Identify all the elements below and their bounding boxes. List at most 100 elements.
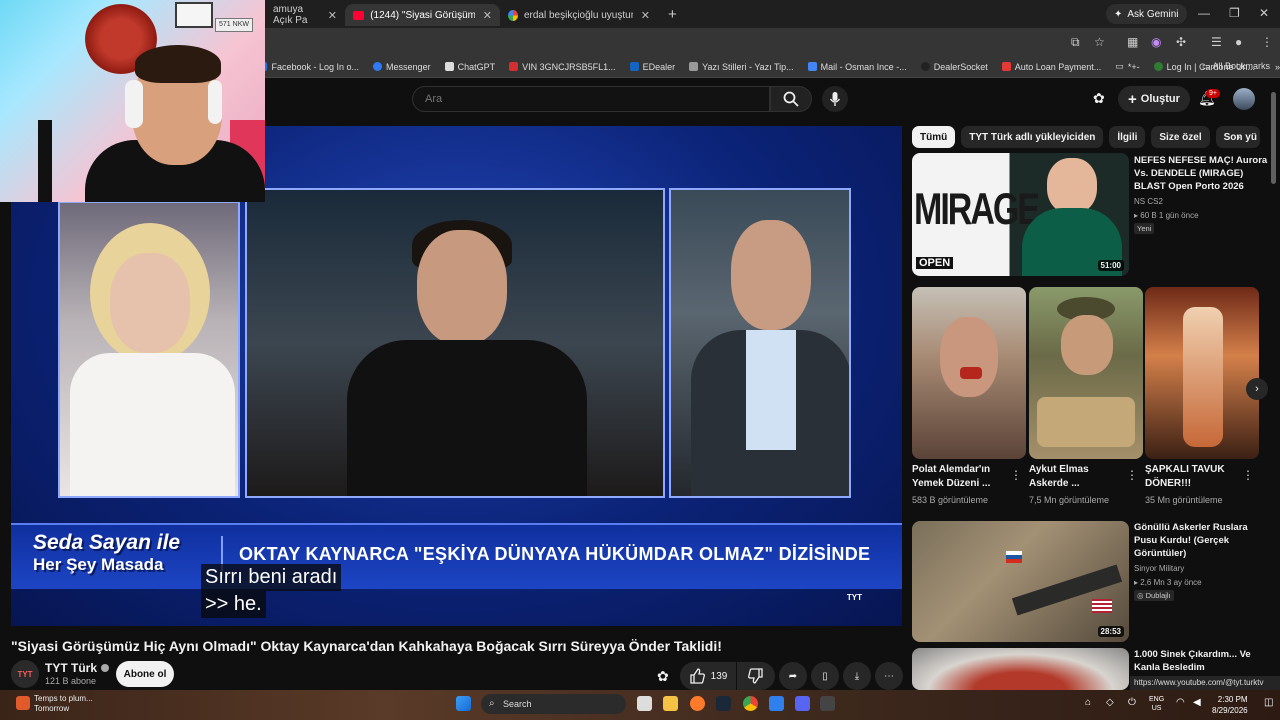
channel-avatar[interactable]: TYT (11, 660, 39, 688)
bookmark-item[interactable]: Auto Loan Payment... (1001, 62, 1101, 72)
video-title[interactable]: NEFES NEFESE MAÇ! Aurora Vs. DENDELE (MI… (1134, 154, 1267, 193)
premium-icon[interactable]: ✿ (657, 668, 669, 685)
profile-icon[interactable]: ● (1235, 35, 1242, 49)
voice-search-button[interactable] (822, 86, 848, 112)
short-title[interactable]: Aykut Elmas Askerde ... (1029, 463, 1089, 491)
short-thumbnail[interactable] (1029, 287, 1143, 459)
bookmark-item[interactable]: VIN 3GNCJRSB5FL1... (509, 62, 616, 72)
avatar[interactable] (1233, 88, 1255, 110)
cast-icon[interactable]: ⧉ (1071, 35, 1080, 50)
system-clock[interactable]: 2:30 PM 8/29/2026 (1212, 694, 1248, 716)
short-thumbnail[interactable] (1145, 287, 1259, 459)
new-tab-icon[interactable]: + (668, 6, 677, 23)
notification-center-icon[interactable]: ◫ (1264, 697, 1273, 708)
tab-2[interactable]: (1244) "Siyasi Görüşümüz Hi ✕ (345, 4, 500, 26)
create-button[interactable]: + Oluştur (1118, 86, 1190, 112)
bookmark-folder[interactable]: ▭ *+- (1115, 61, 1139, 72)
chip-from-uploader[interactable]: TYT Türk adlı yükleyiciden (961, 126, 1104, 148)
search-input[interactable] (412, 86, 770, 112)
media-icon[interactable]: ☰ (1211, 35, 1222, 49)
video-thumbnail[interactable]: 28:53 (912, 521, 1129, 642)
language-indicator[interactable]: ENG US (1149, 695, 1164, 713)
chevron-right-icon[interactable]: › (1236, 129, 1240, 144)
ask-gemini-button[interactable]: ✦ Ask Gemini (1106, 4, 1187, 24)
video-panel-right (669, 188, 851, 498)
chevron-right-icon[interactable]: » (1275, 62, 1280, 72)
tab-1[interactable]: amuya Açık Pa ✕ (265, 4, 345, 26)
puzzle-icon[interactable]: ✣ (1176, 35, 1186, 49)
channel-name[interactable]: TYT Türk (45, 661, 110, 675)
bookmark-item[interactable]: Messenger (373, 62, 431, 72)
bookmark-item[interactable]: ChatGPT (444, 62, 495, 72)
chip-for-you[interactable]: Size özel (1151, 126, 1210, 148)
bookmark-item[interactable]: DealerSocket (920, 62, 988, 72)
channel-name[interactable]: NS CS2 (1134, 195, 1163, 208)
short-title[interactable]: Polat Alemdar'ın Yemek Düzeni ... (912, 463, 990, 491)
search-button[interactable] (770, 86, 812, 112)
chip-all[interactable]: Tümü (912, 126, 956, 148)
taskbar-search[interactable]: ⌕ Search (481, 694, 626, 714)
firefox-icon[interactable] (690, 696, 705, 711)
all-bookmarks-button[interactable]: ▭ All Bookmarks (1202, 61, 1270, 72)
close-icon[interactable]: ✕ (328, 9, 337, 22)
plus-icon: + (1128, 90, 1137, 108)
more-icon[interactable]: ⋮ (1242, 468, 1254, 482)
title-line: Görüntüler) (1134, 548, 1187, 559)
chip-related[interactable]: İlgili (1109, 126, 1146, 148)
volume-icon[interactable]: ◀ (1193, 697, 1201, 708)
menu-icon[interactable]: ⋮ (1261, 35, 1273, 49)
chrome-icon[interactable] (743, 696, 758, 711)
extension-icon[interactable]: ▦ (1127, 35, 1138, 49)
more-actions-button[interactable]: ⋯ (875, 662, 903, 690)
premium-icon[interactable]: ✿ (1093, 90, 1105, 107)
video-thumbnail[interactable]: MIRAGE OPEN 51:00 (912, 153, 1129, 276)
app-icon[interactable] (820, 696, 835, 711)
shorts-next-button[interactable]: › (1246, 378, 1268, 400)
video-title[interactable]: 1.000 Sinek Çıkardım... Ve Kanla Besledi… (1134, 648, 1251, 674)
close-icon[interactable]: ✕ (641, 9, 650, 22)
scrollbar-thumb[interactable] (1271, 92, 1276, 184)
bookmark-item[interactable]: EDealer (629, 61, 676, 72)
tray-icon[interactable]: ⌂ (1085, 697, 1091, 708)
restore-icon[interactable]: ❐ (1229, 6, 1240, 20)
wifi-icon[interactable]: ◠ (1176, 697, 1185, 708)
bookmark-item[interactable]: Mail - Osman Ince -... (807, 62, 907, 72)
clock-time: 2:30 PM (1217, 695, 1248, 704)
subscribe-button[interactable]: Abone ol (116, 661, 174, 687)
file-explorer-icon[interactable] (663, 696, 678, 711)
download-button[interactable]: ⤓ (843, 662, 871, 690)
video-thumbnail[interactable] (912, 648, 1129, 690)
share-button[interactable]: ➦ (779, 662, 807, 690)
app-icon[interactable] (769, 696, 784, 711)
tray-icon[interactable]: ⏻ (1128, 697, 1136, 708)
task-view-icon[interactable] (637, 696, 652, 711)
bookmark-item[interactable]: Facebook - Log In o... (258, 62, 359, 72)
weather-line: Tomorrow (34, 704, 70, 713)
short-thumbnail[interactable] (912, 287, 1026, 459)
short-title[interactable]: ŞAPKALI TAVUK DÖNER!!! (1145, 463, 1225, 491)
video-title[interactable]: Gönüllü Askerler Ruslara Pusu Kurdu! (Ge… (1134, 521, 1248, 560)
weather-widget[interactable]: Temps to plum... Tomorrow (34, 694, 93, 714)
close-icon[interactable]: ✕ (483, 9, 492, 22)
window-close-icon[interactable]: ✕ (1259, 6, 1269, 20)
lang-line: US (1151, 705, 1162, 712)
more-icon[interactable]: ⋮ (1126, 468, 1138, 482)
tab-3[interactable]: erdal beşikçioğlu uyuşturucu te ✕ (500, 4, 658, 26)
save-button[interactable]: ▯ (811, 662, 839, 690)
channel-name[interactable]: Sinyor Military (1134, 562, 1184, 575)
microphone-icon (829, 92, 841, 106)
windows-start-icon[interactable] (456, 696, 471, 711)
dislike-button[interactable] (737, 662, 775, 690)
steam-icon[interactable] (716, 696, 731, 711)
download-icon: ⤓ (854, 670, 860, 682)
extension-icon[interactable]: ◉ (1151, 35, 1161, 49)
like-button[interactable]: 139 (680, 662, 736, 690)
weather-icon[interactable] (16, 696, 30, 710)
bookmark-item[interactable]: Yazı Stilleri - Yazı Tip... (689, 62, 794, 72)
bookmark-label: EDealer (642, 61, 676, 72)
more-icon[interactable]: ⋮ (1010, 468, 1022, 482)
tray-icon[interactable]: ◇ (1106, 697, 1114, 708)
star-icon[interactable]: ☆ (1094, 35, 1105, 49)
minimize-icon[interactable]: — (1198, 6, 1210, 20)
discord-icon[interactable] (795, 696, 810, 711)
